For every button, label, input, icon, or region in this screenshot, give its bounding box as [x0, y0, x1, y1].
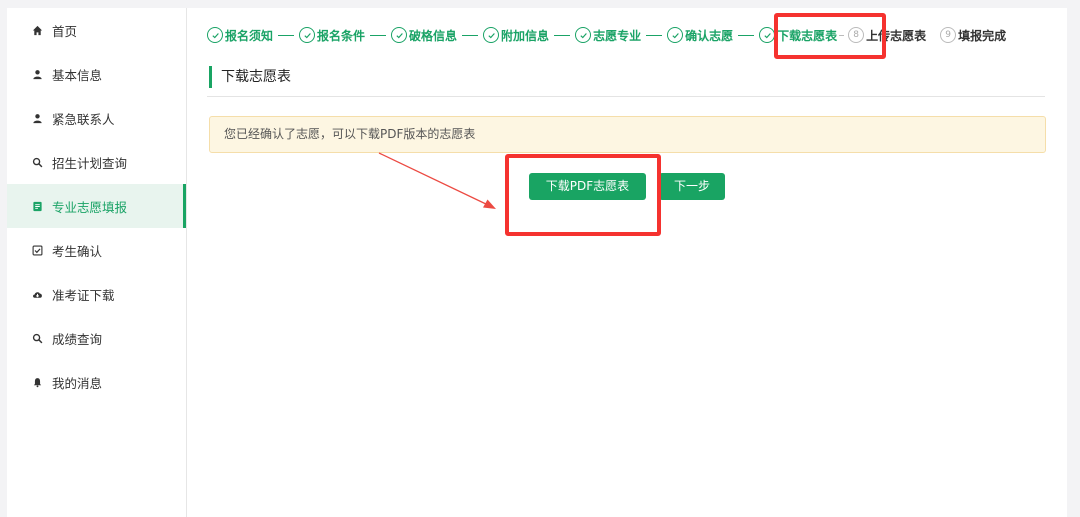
user-icon	[31, 112, 43, 124]
sidebar-item-label: 准考证下载	[52, 287, 115, 303]
sidebar-item-admission-ticket[interactable]: 准考证下载	[7, 272, 186, 316]
bell-icon	[31, 376, 43, 388]
sidebar-item-label: 考生确认	[52, 243, 103, 259]
cloud-download-icon	[31, 288, 43, 300]
sidebar-item-score-query[interactable]: 成绩查询	[7, 316, 186, 360]
highlight-box-download	[505, 154, 661, 236]
search-icon	[31, 332, 43, 344]
sidebar-item-home[interactable]: 首页	[7, 8, 186, 52]
app-frame: 首页 基本信息 紧急联系人 招生计划查询 专业志愿填报 考生确认 准考证下载 成…	[7, 8, 1067, 517]
sidebar-item-label: 基本信息	[52, 67, 103, 83]
home-icon	[31, 24, 43, 36]
sidebar-item-basic-info[interactable]: 基本信息	[7, 52, 186, 96]
checkbox-icon	[31, 244, 43, 256]
sidebar-item-label: 首页	[52, 23, 78, 39]
sidebar-item-label: 成绩查询	[52, 331, 103, 347]
sidebar-item-label: 专业志愿填报	[52, 199, 128, 215]
sidebar: 首页 基本信息 紧急联系人 招生计划查询 专业志愿填报 考生确认 准考证下载 成…	[7, 8, 187, 517]
sidebar-item-candidate-confirm[interactable]: 考生确认	[7, 228, 186, 272]
user-icon	[31, 68, 43, 80]
sidebar-item-label: 紧急联系人	[52, 111, 115, 127]
sidebar-item-messages[interactable]: 我的消息	[7, 360, 186, 404]
annotation-arrow	[378, 152, 496, 209]
sidebar-item-label: 招生计划查询	[52, 155, 128, 171]
sidebar-item-major-application[interactable]: 专业志愿填报	[7, 184, 186, 228]
form-icon	[31, 200, 43, 212]
sidebar-item-enrollment-plan[interactable]: 招生计划查询	[7, 140, 186, 184]
search-icon	[31, 156, 43, 168]
sidebar-item-label: 我的消息	[52, 375, 103, 391]
next-step-button[interactable]: 下一步	[659, 173, 725, 200]
main-content: 报名须知 报名条件 破格信息 附加信息 志愿专业 确认志愿 下载志愿表 8 上传志…	[187, 8, 1067, 517]
sidebar-item-emergency-contact[interactable]: 紧急联系人	[7, 96, 186, 140]
